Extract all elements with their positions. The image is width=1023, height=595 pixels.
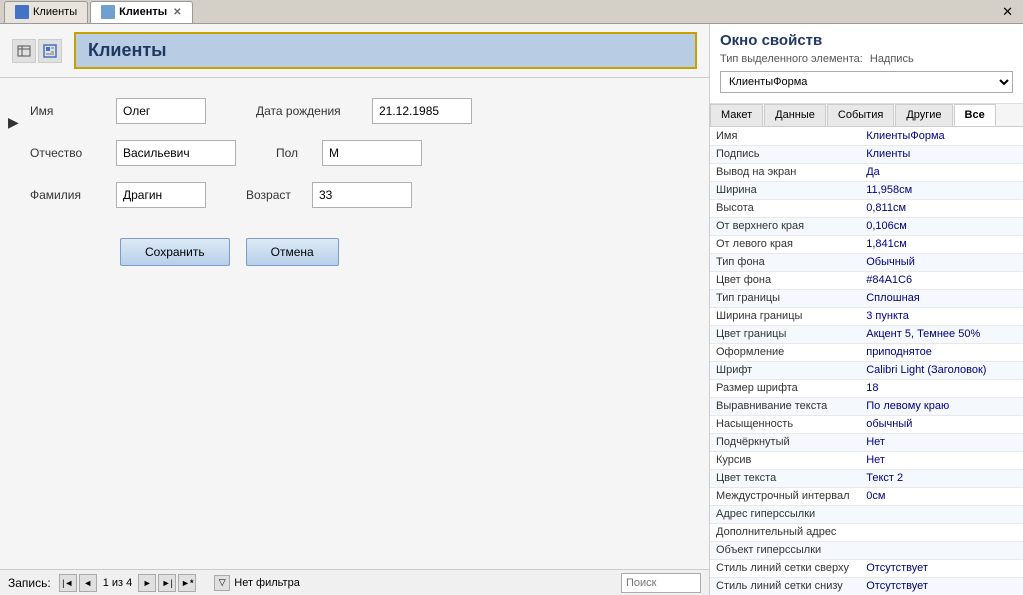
record-label: Запись: <box>8 576 51 590</box>
filter-area: ▽ Нет фильтра <box>214 575 300 591</box>
nav-expand-icon[interactable]: ▶ <box>8 114 19 131</box>
tab-close-icon[interactable]: ✕ <box>173 7 181 18</box>
table-row[interactable]: Оформлениеприподнятое <box>710 343 1023 361</box>
field-familiya: Фамилия <box>30 182 206 208</box>
row-familiya-vozrast: Фамилия Возраст <box>30 182 679 208</box>
field-pol: Пол <box>276 140 422 166</box>
search-input[interactable] <box>621 573 701 593</box>
familiya-label: Фамилия <box>30 188 110 202</box>
tab-bar: Клиенты Клиенты ✕ ✕ <box>0 0 1023 24</box>
row-otchestvo-pol: Отчество Пол <box>30 140 679 166</box>
table-icon <box>15 5 29 19</box>
table-row[interactable]: Дополнительный адрес <box>710 523 1023 541</box>
tab-label-2: Клиенты <box>119 6 167 18</box>
record-navigation: |◄ ◄ 1 из 4 ► ►| ►* <box>59 574 197 592</box>
tab-drugie[interactable]: Другие <box>895 104 952 126</box>
save-button[interactable]: Сохранить <box>120 238 230 266</box>
form-buttons: Сохранить Отмена <box>120 238 679 266</box>
props-subtitle: Тип выделенного элемента: Надпись <box>720 53 1013 65</box>
tab-sobytiya[interactable]: События <box>827 104 894 126</box>
table-row[interactable]: ПодчёркнутыйНет <box>710 433 1023 451</box>
pol-label: Пол <box>276 146 316 160</box>
filter-label: Нет фильтра <box>234 577 300 589</box>
props-dropdown-row: КлиентыФорма <box>720 71 1013 93</box>
tab-maket[interactable]: Макет <box>710 104 763 126</box>
name-input[interactable] <box>116 98 206 124</box>
table-row[interactable]: ШрифтCalibri Light (Заголовок) <box>710 361 1023 379</box>
birthdate-label: Дата рождения <box>256 104 366 118</box>
table-row[interactable]: Объект гиперссылки <box>710 541 1023 559</box>
cancel-button[interactable]: Отмена <box>246 238 339 266</box>
props-object-dropdown[interactable]: КлиентыФорма <box>720 71 1013 93</box>
birthdate-input[interactable] <box>372 98 472 124</box>
vozrast-label: Возраст <box>246 188 306 202</box>
subtitle-prefix: Тип выделенного элемента: <box>720 53 863 65</box>
table-row[interactable]: Тип границыСплошная <box>710 289 1023 307</box>
name-label: Имя <box>30 104 110 118</box>
familiya-input[interactable] <box>116 182 206 208</box>
table-row[interactable]: Цвет фона#84A1С6 <box>710 271 1023 289</box>
table-row[interactable]: От верхнего края0,106см <box>710 217 1023 235</box>
props-table: ИмяКлиентыФормаПодписьКлиентыВывод на эк… <box>710 127 1023 595</box>
filter-icon[interactable]: ▽ <box>214 575 230 591</box>
table-row[interactable]: Высота0,811см <box>710 199 1023 217</box>
table-row[interactable]: Ширина11,958см <box>710 181 1023 199</box>
table-row[interactable]: Вывод на экранДа <box>710 163 1023 181</box>
nav-next-button[interactable]: ► <box>138 574 156 592</box>
nav-prev-button[interactable]: ◄ <box>79 574 97 592</box>
main-container: Клиенты ▶ Имя Дата рождения Отчество <box>0 24 1023 595</box>
table-row[interactable]: Выравнивание текстаПо левому краю <box>710 397 1023 415</box>
tab-dannye[interactable]: Данные <box>764 104 826 126</box>
vozrast-input[interactable] <box>312 182 412 208</box>
table-row[interactable]: Тип фонаОбычный <box>710 253 1023 271</box>
props-tabs: Макет Данные События Другие Все <box>710 104 1023 127</box>
table-row[interactable]: От левого края1,841см <box>710 235 1023 253</box>
table-row[interactable]: Насыщенностьобычный <box>710 415 1023 433</box>
table-row[interactable]: ПодписьКлиенты <box>710 145 1023 163</box>
table-row[interactable]: Цвет текстаТекст 2 <box>710 469 1023 487</box>
table-row[interactable]: Стиль линий сетки сверхуОтсутствует <box>710 559 1023 577</box>
toolbar-icons <box>12 39 64 63</box>
otchestvo-label: Отчество <box>30 146 110 160</box>
form-body: Имя Дата рождения Отчество Пол <box>0 78 709 569</box>
otchestvo-input[interactable] <box>116 140 236 166</box>
properties-panel: Окно свойств Тип выделенного элемента: Н… <box>710 24 1023 595</box>
form-panel: Клиенты ▶ Имя Дата рождения Отчество <box>0 24 710 595</box>
table-row[interactable]: Адрес гиперссылки <box>710 505 1023 523</box>
tab-vse[interactable]: Все <box>954 104 996 126</box>
form-icon <box>101 5 115 19</box>
row-name-date: Имя Дата рождения <box>30 98 679 124</box>
table-row[interactable]: Стиль линий сетки снизуОтсутствует <box>710 577 1023 595</box>
field-birthdate: Дата рождения <box>256 98 472 124</box>
table-row[interactable]: КурсивНет <box>710 451 1023 469</box>
tab-klients-1[interactable]: Клиенты <box>4 1 88 23</box>
table-row[interactable]: Размер шрифта18 <box>710 379 1023 397</box>
table-row[interactable]: Ширина границы3 пункта <box>710 307 1023 325</box>
table-row[interactable]: ИмяКлиентыФорма <box>710 127 1023 145</box>
table-row[interactable]: Цвет границыАкцент 5, Темнее 50% <box>710 325 1023 343</box>
nav-first-button[interactable]: |◄ <box>59 574 77 592</box>
form-title: Клиенты <box>74 32 697 69</box>
record-position: 1 из 4 <box>99 577 137 589</box>
layout-icon[interactable] <box>38 39 62 63</box>
tab-label-1: Клиенты <box>33 6 77 18</box>
status-bar: Запись: |◄ ◄ 1 из 4 ► ►| ►* ▽ Нет фильтр… <box>0 569 709 595</box>
nav-last-button[interactable]: ►| <box>158 574 176 592</box>
tab-klients-2[interactable]: Клиенты ✕ <box>90 1 192 23</box>
field-name: Имя <box>30 98 206 124</box>
field-vozrast: Возраст <box>246 182 412 208</box>
props-header: Окно свойств Тип выделенного элемента: Н… <box>710 24 1023 104</box>
window-close-icon[interactable]: ✕ <box>996 4 1019 20</box>
pol-input[interactable] <box>322 140 422 166</box>
table-row[interactable]: Междустрочный интервал0см <box>710 487 1023 505</box>
props-title: Окно свойств <box>720 32 1013 49</box>
subtitle-type: Надпись <box>870 53 914 65</box>
nav-new-button[interactable]: ►* <box>178 574 196 592</box>
view-icon[interactable] <box>12 39 36 63</box>
field-otchestvo: Отчество <box>30 140 236 166</box>
form-header: Клиенты <box>0 24 709 78</box>
